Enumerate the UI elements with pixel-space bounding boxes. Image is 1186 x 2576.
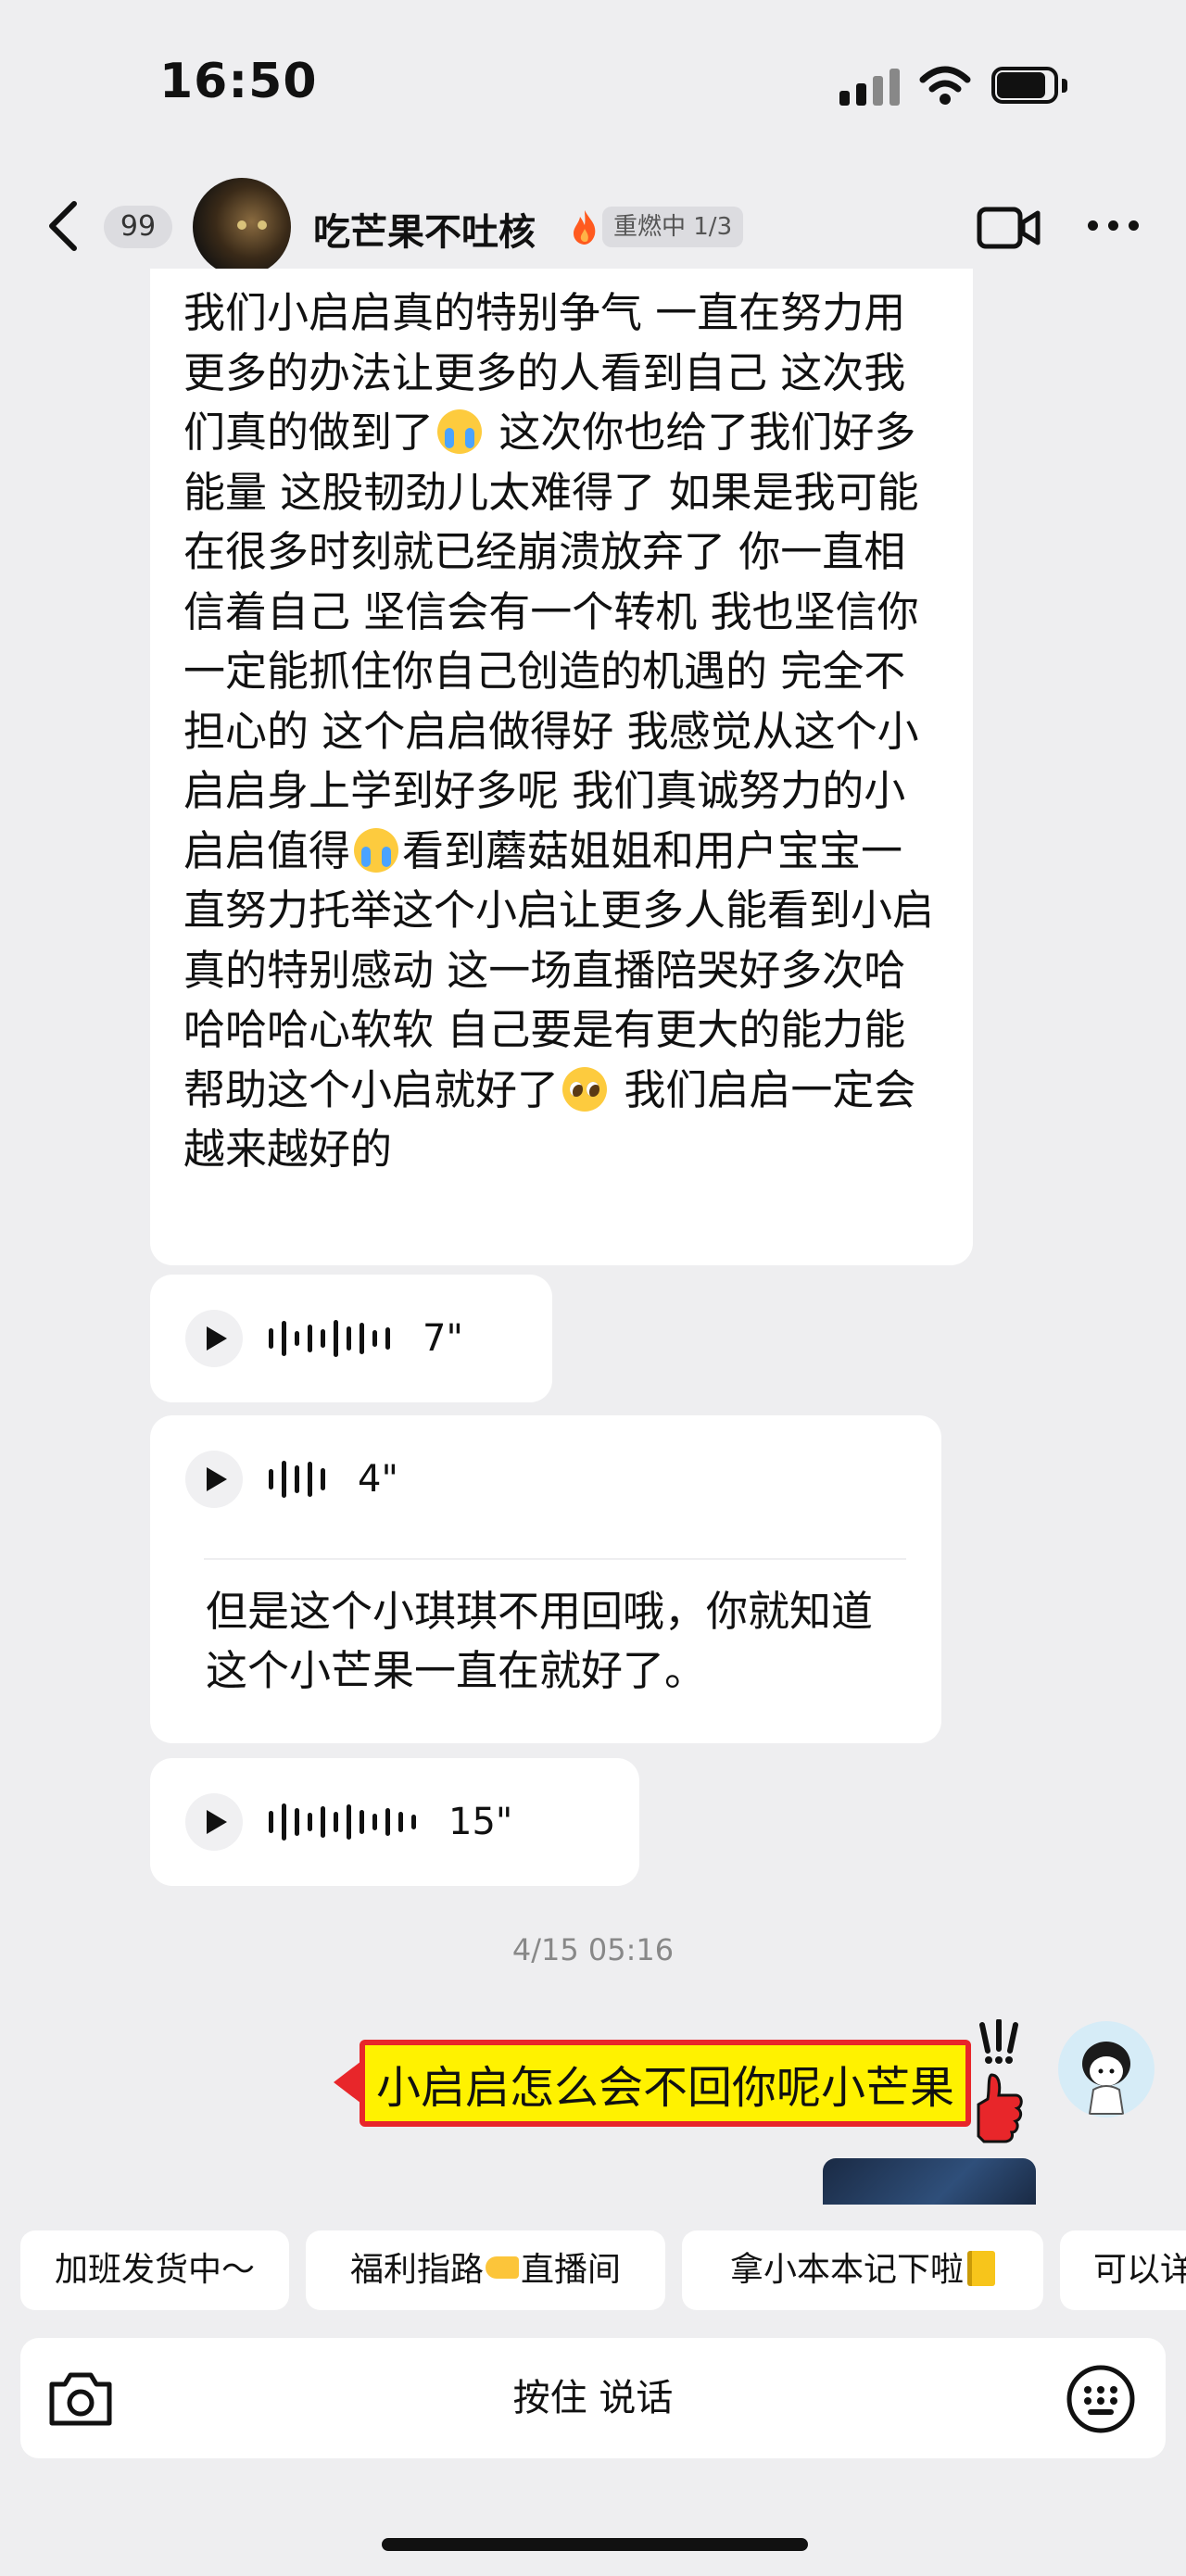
message-body: 我们小启启真的特别争气 一直在努力用更多的办法让更多的人看到自己 这次我们真的做… — [183, 283, 940, 1180]
voice-row: 4" — [150, 1415, 941, 1543]
quick-reply-text: 直播间 — [521, 2251, 622, 2289]
quick-reply-chip[interactable]: 可以详 — [1060, 2230, 1186, 2310]
quick-reply-chip[interactable]: 福利指路 直播间 — [306, 2230, 665, 2310]
loudly-crying-emoji-icon — [437, 409, 483, 454]
pleading-face-emoji-icon — [562, 1066, 608, 1112]
quick-reply-text: 加班发货中～ — [54, 2251, 255, 2289]
status-bar: 16:50 — [0, 0, 1186, 167]
sticker-text: 小启启怎么会不回你呢小芒果 — [375, 2062, 954, 2114]
status-time: 16:50 — [159, 54, 318, 109]
voice-message[interactable]: 15" — [150, 1758, 639, 1886]
quick-reply-text: 福利指路 — [349, 2251, 484, 2289]
play-icon[interactable] — [185, 1310, 243, 1367]
user-avatar[interactable] — [1058, 2021, 1154, 2117]
received-text-message[interactable]: 我们小启启真的特别争气 一直在努力用更多的办法让更多的人看到自己 这次我们真的做… — [150, 269, 973, 1265]
voice-duration: 4" — [358, 1458, 398, 1501]
quick-reply-chip[interactable]: 加班发货中～ — [20, 2230, 289, 2310]
voice-message-with-transcript[interactable]: 4" 但是这个小琪琪不用回哦，你就知道这个小芒果一直在就好了。 — [150, 1415, 941, 1743]
hold-to-talk-button[interactable]: 按住 说话 — [20, 2338, 1166, 2458]
sticker-banner: 小启启怎么会不回你呢小芒果 — [360, 2040, 971, 2127]
flame-icon — [574, 210, 596, 245]
battery-icon — [991, 67, 1071, 106]
voice-duration: 15" — [448, 1801, 513, 1843]
play-icon[interactable] — [185, 1451, 243, 1508]
play-icon[interactable] — [185, 1793, 243, 1851]
streak-indicator[interactable]: 重燃中 1/3 — [571, 206, 744, 248]
chat-title[interactable]: 吃芒果不吐核 — [313, 202, 536, 256]
voice-duration: 7" — [423, 1317, 463, 1360]
contact-avatar[interactable] — [193, 178, 291, 276]
cellular-signal-icon — [839, 69, 901, 106]
more-icon[interactable] — [1088, 220, 1140, 233]
loudly-crying-emoji-icon — [354, 827, 399, 873]
message-timestamp: 4/15 05:16 — [511, 1932, 675, 1967]
video-call-icon[interactable] — [977, 206, 1041, 250]
thumbs-up-icon — [977, 2073, 1023, 2143]
sent-sticker-message[interactable]: 小启启怎么会不回你呢小芒果 — [334, 2019, 1038, 2149]
voice-message[interactable]: 7" — [150, 1275, 552, 1402]
camera-icon[interactable] — [46, 2368, 115, 2429]
streak-badge: 重燃中 1/3 — [602, 207, 744, 247]
exclamation-marks-icon — [979, 2019, 1018, 2064]
quick-reply-chip[interactable]: 拿小本本记下啦 — [682, 2230, 1043, 2310]
quick-reply-text: 拿小本本记下啦 — [729, 2251, 964, 2289]
pointing-hand-emoji-icon — [486, 2256, 519, 2279]
user-avatar-drawing-icon — [1082, 2042, 1130, 2115]
waveform-icon — [269, 1315, 398, 1362]
unread-count-badge[interactable]: 99 — [104, 206, 172, 248]
quick-reply-text: 可以详 — [1093, 2251, 1186, 2289]
transcript-divider — [204, 1558, 906, 1560]
image-message-partial[interactable] — [823, 2158, 1036, 2205]
notebook-emoji-icon — [967, 2251, 995, 2286]
message-text-part: 这次你也给了我们好多能量 这股韧劲儿太难得了 如果是我可能在很多时刻就已经崩溃放… — [183, 408, 919, 875]
waveform-icon — [269, 1799, 424, 1845]
home-indicator — [382, 2538, 808, 2551]
back-icon[interactable] — [44, 200, 82, 252]
waveform-icon — [269, 1456, 334, 1502]
emoji-panel-icon[interactable] — [1066, 2364, 1136, 2434]
wifi-icon — [919, 66, 971, 105]
quick-reply-bar: 加班发货中～ 福利指路 直播间 拿小本本记下啦 可以详 — [0, 2205, 1186, 2325]
voice-transcript: 但是这个小琪琪不用回哦，你就知道这个小芒果一直在就好了。 — [206, 1587, 874, 1695]
message-input-bar: 按住 说话 — [20, 2338, 1166, 2458]
